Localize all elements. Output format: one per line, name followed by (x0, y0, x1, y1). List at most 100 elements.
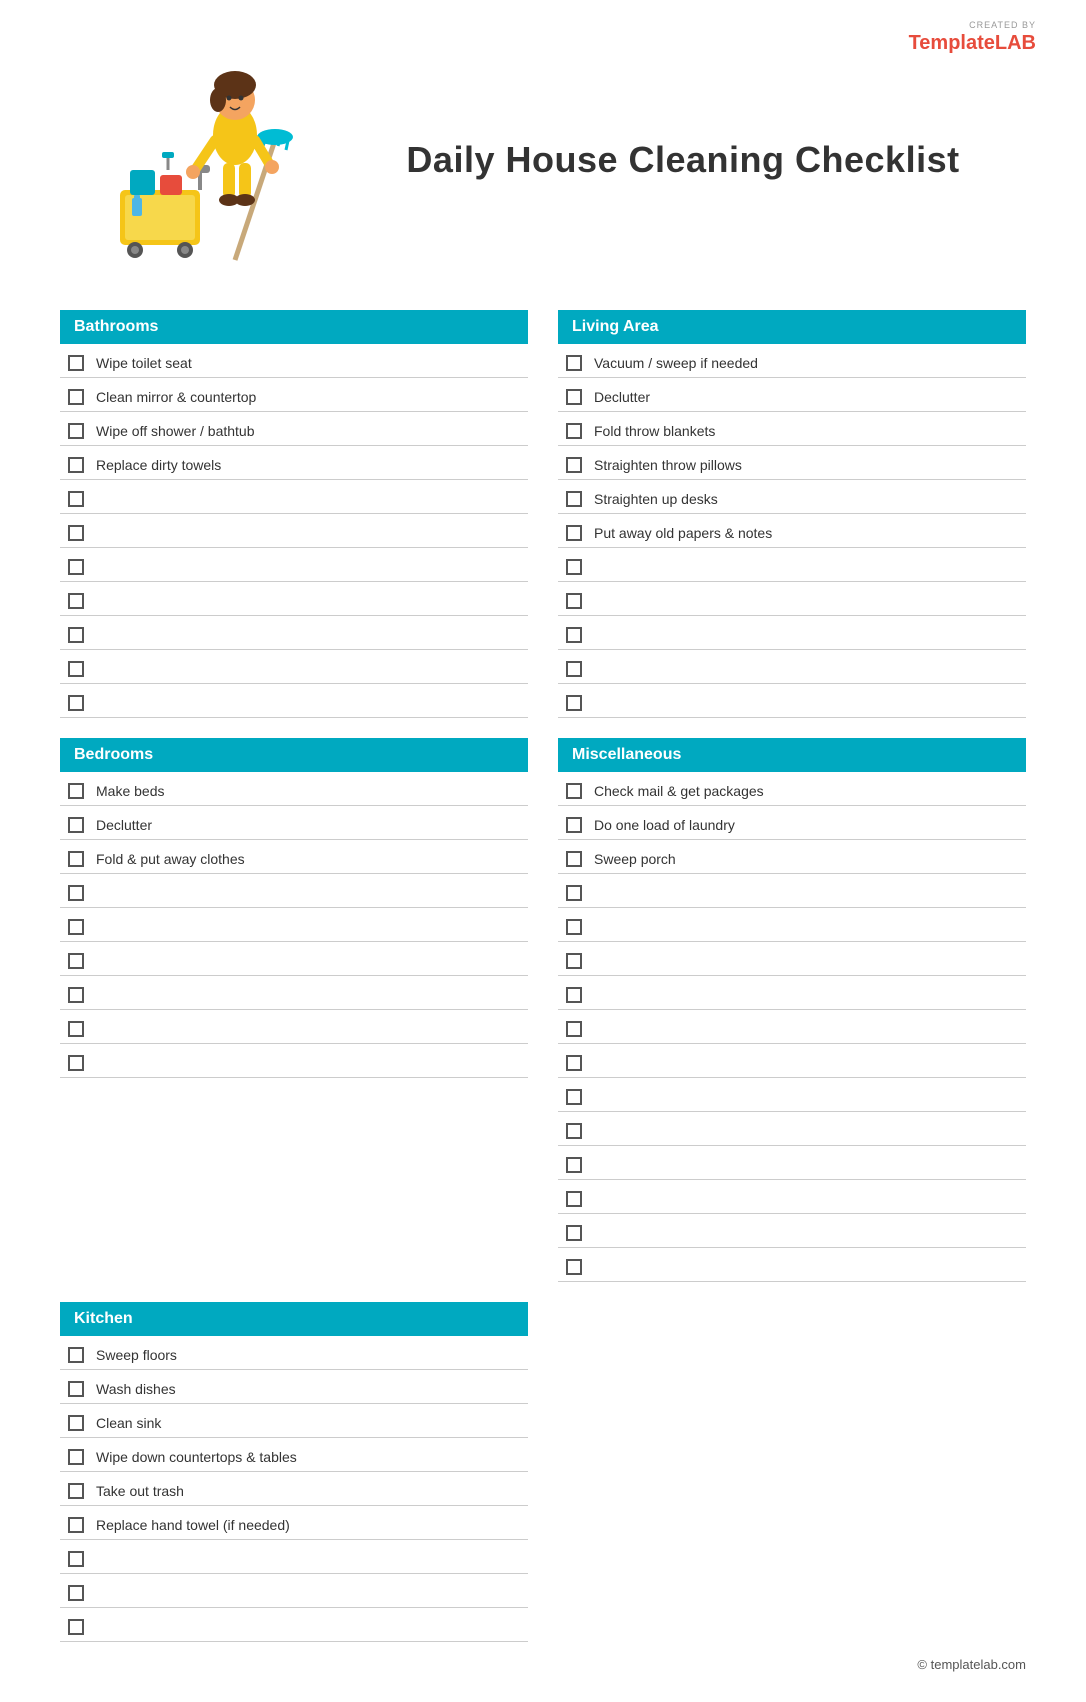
checkbox[interactable] (68, 987, 84, 1003)
item-text: Make beds (96, 783, 164, 799)
item-text: Wipe toilet seat (96, 355, 192, 371)
section-miscellaneous: Miscellaneous Check mail & get packagesD… (558, 738, 1026, 1282)
checkbox[interactable] (566, 1123, 582, 1139)
checkbox[interactable] (68, 457, 84, 473)
list-item: Fold throw blankets (558, 412, 1026, 446)
checkbox[interactable] (566, 851, 582, 867)
checkbox[interactable] (566, 1089, 582, 1105)
checkbox[interactable] (566, 491, 582, 507)
logo-lab: LAB (995, 32, 1036, 54)
item-text: Clean sink (96, 1415, 161, 1431)
list-item (60, 1540, 528, 1574)
list-item (558, 1146, 1026, 1180)
checkbox[interactable] (566, 695, 582, 711)
checkbox[interactable] (566, 1055, 582, 1071)
list-item (558, 1180, 1026, 1214)
list-item (558, 942, 1026, 976)
checkbox[interactable] (68, 1517, 84, 1533)
list-item: Wipe down countertops & tables (60, 1438, 528, 1472)
checkbox[interactable] (68, 355, 84, 371)
list-item: Put away old papers & notes (558, 514, 1026, 548)
checkbox[interactable] (566, 987, 582, 1003)
list-item (558, 1248, 1026, 1282)
checkbox[interactable] (68, 1021, 84, 1037)
checkbox[interactable] (566, 1259, 582, 1275)
list-item (60, 582, 528, 616)
checkbox[interactable] (566, 1225, 582, 1241)
living-area-list: Vacuum / sweep if neededDeclutterFold th… (558, 344, 1026, 718)
bathrooms-list: Wipe toilet seatClean mirror & counterto… (60, 344, 528, 718)
checkbox[interactable] (566, 885, 582, 901)
checkbox[interactable] (68, 525, 84, 541)
checkbox[interactable] (68, 559, 84, 575)
section-living-area: Living Area Vacuum / sweep if neededDecl… (558, 310, 1026, 718)
checkbox[interactable] (68, 1483, 84, 1499)
checkbox[interactable] (68, 817, 84, 833)
item-text: Fold & put away clothes (96, 851, 245, 867)
item-text: Sweep porch (594, 851, 676, 867)
checkbox[interactable] (68, 783, 84, 799)
list-item (558, 582, 1026, 616)
checkbox[interactable] (566, 919, 582, 935)
list-item: Clean sink (60, 1404, 528, 1438)
checkbox[interactable] (68, 1619, 84, 1635)
checkbox[interactable] (68, 593, 84, 609)
checkbox[interactable] (68, 1415, 84, 1431)
checkbox[interactable] (566, 457, 582, 473)
checkbox[interactable] (566, 559, 582, 575)
checkbox[interactable] (566, 1191, 582, 1207)
checkbox[interactable] (68, 491, 84, 507)
footer: © templatelab.com (917, 1657, 1026, 1672)
checkbox[interactable] (68, 851, 84, 867)
checkbox[interactable] (68, 661, 84, 677)
checkbox[interactable] (566, 1157, 582, 1173)
checkbox[interactable] (566, 783, 582, 799)
checkbox[interactable] (68, 1585, 84, 1601)
checkbox[interactable] (566, 355, 582, 371)
checkbox[interactable] (68, 423, 84, 439)
miscellaneous-list: Check mail & get packagesDo one load of … (558, 772, 1026, 1282)
checkbox[interactable] (68, 389, 84, 405)
checklist-grid: Bathrooms Wipe toilet seatClean mirror &… (60, 310, 1026, 1642)
checkbox[interactable] (566, 627, 582, 643)
page: CREATED BY TemplateLAB (0, 0, 1086, 1702)
checkbox[interactable] (68, 1381, 84, 1397)
bedrooms-list: Make bedsDeclutterFold & put away clothe… (60, 772, 528, 1078)
list-item (558, 908, 1026, 942)
list-item: Sweep floors (60, 1336, 528, 1370)
checkbox[interactable] (68, 1449, 84, 1465)
list-item: Wipe toilet seat (60, 344, 528, 378)
checkbox[interactable] (566, 525, 582, 541)
illustration (60, 40, 340, 280)
list-item (60, 616, 528, 650)
checkbox[interactable] (566, 593, 582, 609)
list-item (60, 480, 528, 514)
checkbox[interactable] (566, 389, 582, 405)
checkbox[interactable] (68, 1055, 84, 1071)
checkbox[interactable] (566, 661, 582, 677)
checkbox[interactable] (566, 423, 582, 439)
checkbox[interactable] (566, 1021, 582, 1037)
checkbox[interactable] (566, 817, 582, 833)
section-bedrooms: Bedrooms Make bedsDeclutterFold & put aw… (60, 738, 528, 1282)
item-text: Wash dishes (96, 1381, 176, 1397)
list-item: Fold & put away clothes (60, 840, 528, 874)
logo-text: TemplateLAB (909, 32, 1036, 54)
checkbox[interactable] (68, 953, 84, 969)
list-item (558, 684, 1026, 718)
item-text: Put away old papers & notes (594, 525, 772, 541)
list-item: Replace dirty towels (60, 446, 528, 480)
section-bedrooms-header: Bedrooms (60, 738, 528, 772)
checkbox[interactable] (68, 695, 84, 711)
checkbox[interactable] (68, 1347, 84, 1363)
checkbox[interactable] (68, 885, 84, 901)
checkbox[interactable] (68, 1551, 84, 1567)
list-item (558, 548, 1026, 582)
section-kitchen: Kitchen Sweep floorsWash dishesClean sin… (60, 1302, 528, 1642)
checkbox[interactable] (68, 627, 84, 643)
list-item (558, 650, 1026, 684)
section-living-area-header: Living Area (558, 310, 1026, 344)
list-item (60, 976, 528, 1010)
checkbox[interactable] (566, 953, 582, 969)
checkbox[interactable] (68, 919, 84, 935)
